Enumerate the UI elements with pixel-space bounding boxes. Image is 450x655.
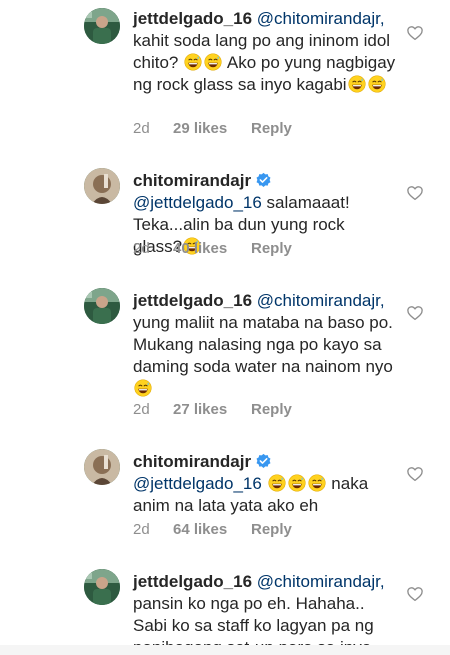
comment-5: jettdelgado_16 @chitomirandajr, pansin k… [0, 0, 450, 645]
avatar[interactable] [84, 569, 120, 605]
bottom-edge [0, 645, 450, 655]
comment-body: pansin ko nga po eh. Hahaha.. Sabi ko sa… [133, 594, 374, 645]
comment-text: jettdelgado_16 @chitomirandajr, pansin k… [133, 571, 398, 645]
comment-username[interactable]: jettdelgado_16 [133, 572, 252, 591]
avatar-image [84, 569, 120, 605]
like-heart-icon[interactable] [406, 585, 424, 603]
mention-link[interactable]: @chitomirandajr, [257, 572, 385, 591]
